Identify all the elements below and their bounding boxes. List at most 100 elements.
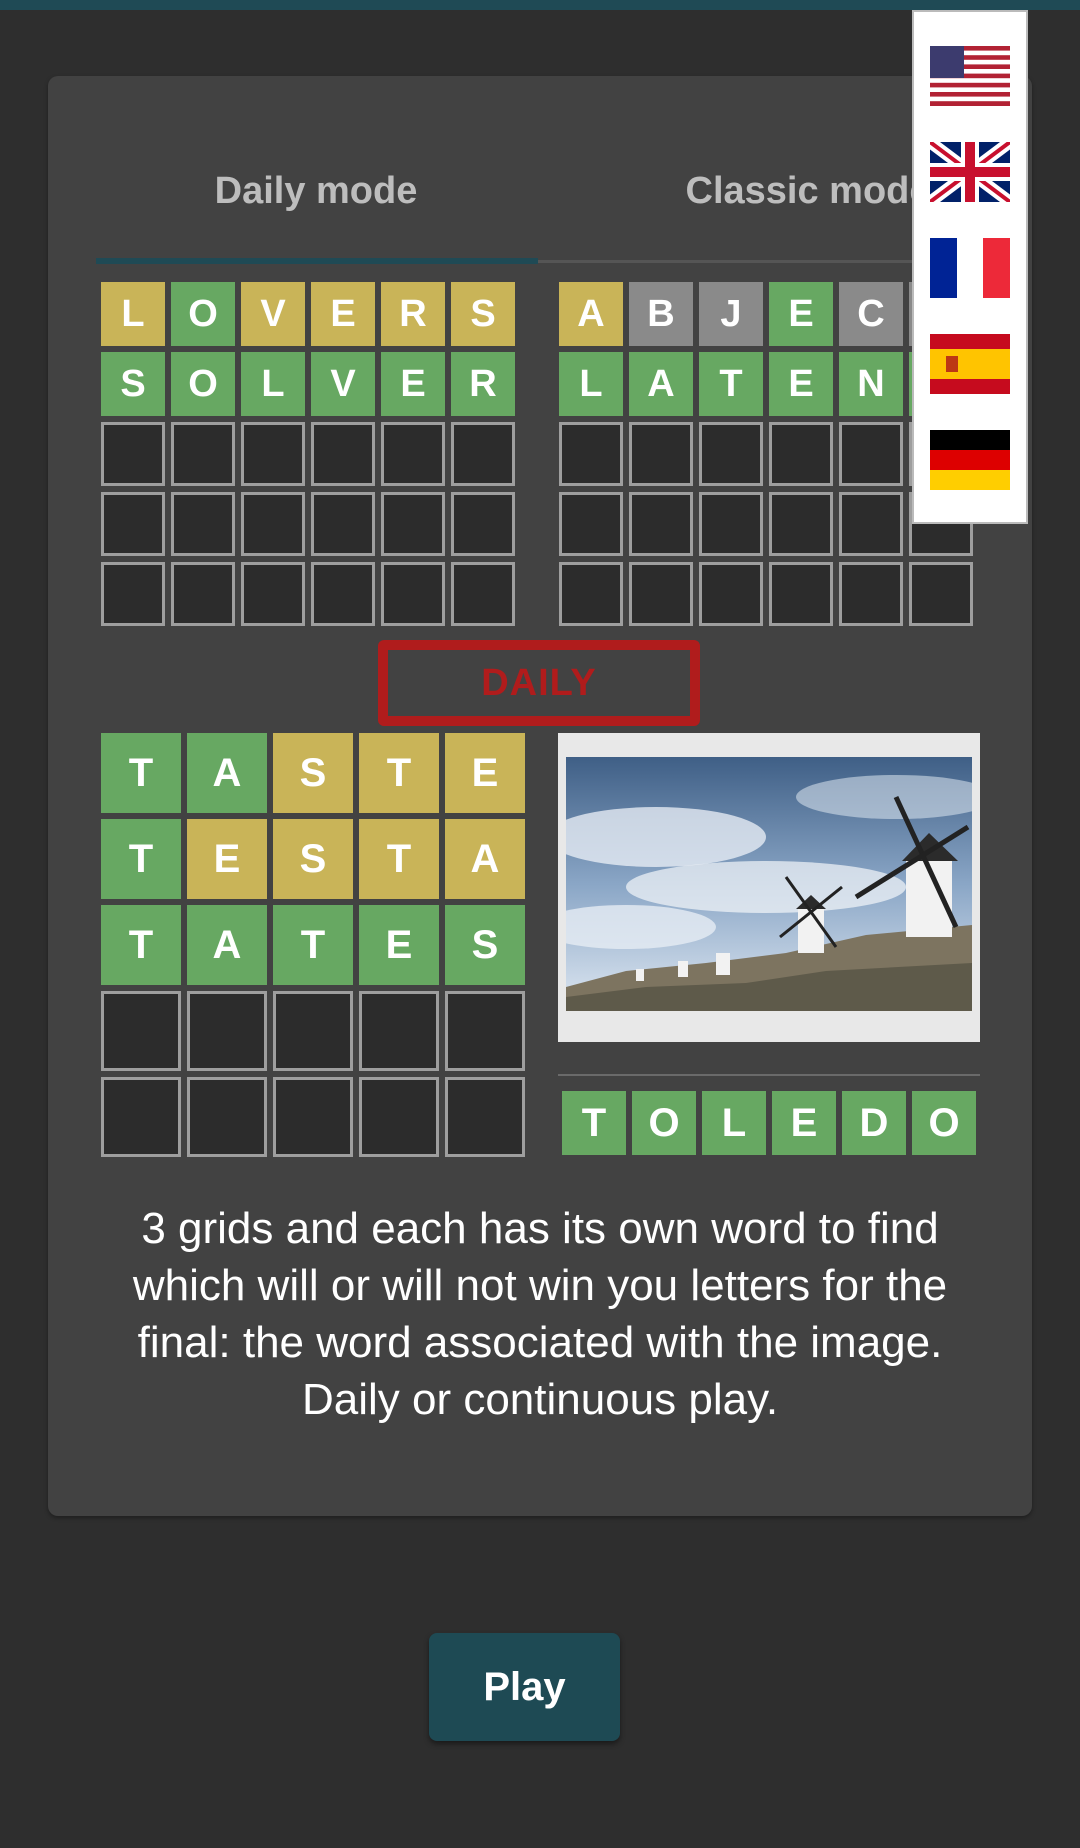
uk-flag-icon[interactable] <box>930 142 1010 202</box>
letter-tile <box>273 1077 353 1157</box>
letter-tile: J <box>699 282 763 346</box>
letter-tile: S <box>451 282 515 346</box>
letter-tile: E <box>311 282 375 346</box>
letter-tile: L <box>241 352 305 416</box>
letter-tile <box>769 492 833 556</box>
letter-tile: E <box>359 905 439 985</box>
letter-tile <box>311 562 375 626</box>
letter-tile: T <box>101 905 181 985</box>
top-accent-bar <box>0 0 1080 10</box>
letter-tile <box>451 422 515 486</box>
spain-flag-icon[interactable] <box>930 334 1010 394</box>
letter-tile: B <box>629 282 693 346</box>
letter-tile <box>839 492 903 556</box>
letter-tile <box>451 492 515 556</box>
letter-tile <box>241 422 305 486</box>
letter-tile <box>451 562 515 626</box>
language-menu <box>912 10 1028 524</box>
letter-tile: T <box>101 733 181 813</box>
letter-tile <box>699 422 763 486</box>
letter-tile <box>839 422 903 486</box>
letter-tile: R <box>451 352 515 416</box>
letter-tile <box>101 422 165 486</box>
letter-tile: S <box>101 352 165 416</box>
letter-tile: O <box>632 1091 696 1155</box>
letter-tile: T <box>359 819 439 899</box>
letter-tile <box>101 562 165 626</box>
letter-tile: S <box>445 905 525 985</box>
letter-tile: E <box>772 1091 836 1155</box>
germany-flag-icon[interactable] <box>930 430 1010 490</box>
letter-tile <box>359 1077 439 1157</box>
tab-daily-mode[interactable]: Daily mode <box>96 170 536 213</box>
letter-tile: T <box>699 352 763 416</box>
letter-tile <box>241 492 305 556</box>
letter-tile: A <box>559 282 623 346</box>
us-flag-icon[interactable] <box>930 46 1010 106</box>
letter-tile <box>241 562 305 626</box>
letter-tile <box>187 1077 267 1157</box>
letter-tile <box>273 991 353 1071</box>
letter-tile: V <box>241 282 305 346</box>
letter-tile <box>629 562 693 626</box>
letter-tile <box>445 991 525 1071</box>
letter-tile <box>381 422 445 486</box>
letter-tile: A <box>187 733 267 813</box>
letter-tile: O <box>171 352 235 416</box>
letter-tile: T <box>562 1091 626 1155</box>
letter-tile <box>909 562 973 626</box>
letter-tile <box>171 492 235 556</box>
letter-tile <box>101 1077 181 1157</box>
letter-tile: A <box>629 352 693 416</box>
letter-tile: V <box>311 352 375 416</box>
letter-tile <box>559 562 623 626</box>
letter-tile <box>629 422 693 486</box>
letter-tile <box>699 492 763 556</box>
letter-tile <box>559 422 623 486</box>
letter-tile <box>839 562 903 626</box>
letter-tile: E <box>769 352 833 416</box>
letter-tile: O <box>912 1091 976 1155</box>
letter-tile <box>101 492 165 556</box>
windmill-image-frame <box>558 733 980 1042</box>
letter-tile: L <box>101 282 165 346</box>
letter-tile: L <box>559 352 623 416</box>
letter-tile <box>769 422 833 486</box>
letter-tile: A <box>187 905 267 985</box>
letter-tile <box>699 562 763 626</box>
letter-tile: T <box>101 819 181 899</box>
letter-tile: E <box>187 819 267 899</box>
letter-tile: R <box>381 282 445 346</box>
letter-tile: N <box>839 352 903 416</box>
letter-tile: S <box>273 733 353 813</box>
letter-tile: D <box>842 1091 906 1155</box>
play-button[interactable]: Play <box>429 1633 620 1741</box>
letter-tile: E <box>381 352 445 416</box>
letter-tile <box>101 991 181 1071</box>
daily-stamp: DAILY <box>378 640 700 726</box>
letter-tile <box>769 562 833 626</box>
letter-tile <box>381 562 445 626</box>
letter-tile: C <box>839 282 903 346</box>
letter-tile <box>311 492 375 556</box>
mode-tabs: Daily mode Classic mode <box>48 130 998 270</box>
final-divider <box>558 1074 980 1076</box>
windmill-image <box>566 757 972 1011</box>
letter-tile: S <box>273 819 353 899</box>
letter-tile <box>187 991 267 1071</box>
letter-tile: E <box>445 733 525 813</box>
letter-tile: O <box>171 282 235 346</box>
letter-tile: E <box>769 282 833 346</box>
letter-tile <box>171 562 235 626</box>
active-tab-indicator <box>96 258 538 264</box>
letter-tile: A <box>445 819 525 899</box>
letter-tile <box>311 422 375 486</box>
letter-tile <box>559 492 623 556</box>
letter-tile: T <box>273 905 353 985</box>
letter-tile <box>171 422 235 486</box>
france-flag-icon[interactable] <box>930 238 1010 298</box>
letter-tile <box>359 991 439 1071</box>
game-description: 3 grids and each has its own word to fin… <box>132 1204 948 1424</box>
letter-tile: L <box>702 1091 766 1155</box>
letter-tile <box>629 492 693 556</box>
